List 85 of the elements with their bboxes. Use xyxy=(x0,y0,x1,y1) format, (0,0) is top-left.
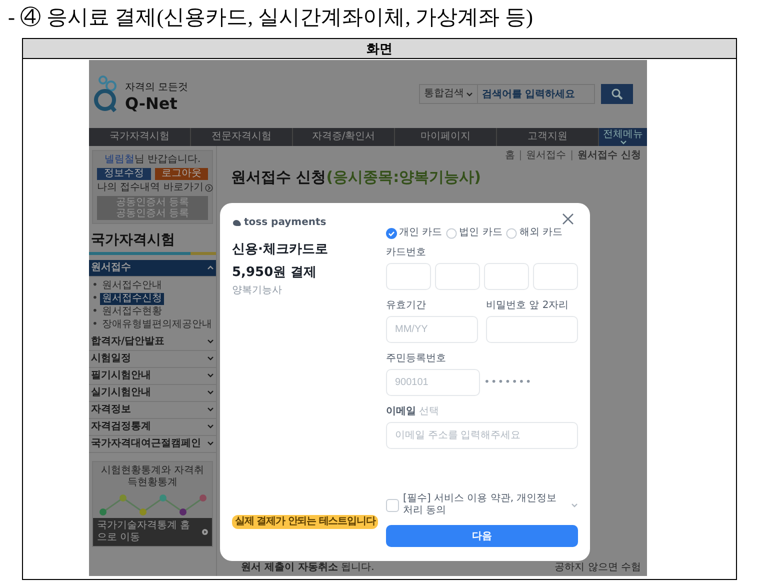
search-field[interactable]: 통합검색 검색어를 입력하세요 xyxy=(419,84,595,104)
certificate-button[interactable]: 공동인증서 등록 공동인증서 등록 xyxy=(97,196,208,220)
chevron-icon xyxy=(207,373,214,378)
next-button[interactable]: 다음 xyxy=(386,525,578,547)
password-field[interactable] xyxy=(486,316,578,343)
brand-logo-icon xyxy=(232,219,242,227)
field-label: 유효기간 xyxy=(386,300,427,312)
card-number-field[interactable] xyxy=(435,263,480,290)
sidebar-menu-item[interactable]: 시험일정 xyxy=(89,350,216,368)
card-number-field[interactable] xyxy=(386,263,431,290)
item-name: 양복기능사 xyxy=(232,284,283,296)
breadcrumb-link[interactable]: 원서접수 xyxy=(526,150,566,162)
payment-title: 신용·체크카드로 5,950원 결제 xyxy=(232,241,329,282)
breadcrumb-separator: | xyxy=(570,150,574,162)
resident-number-field[interactable]: 900101 xyxy=(386,369,480,396)
greeting-text: 넬림철님 반갑습니다. xyxy=(104,154,201,166)
chevron-icon xyxy=(207,424,214,430)
history-link[interactable]: 나의 접수내역 바로가기 xyxy=(97,182,204,194)
sidebar-menu-item[interactable]: 원서접수 xyxy=(89,260,216,277)
chevron-icon xyxy=(207,390,214,396)
brand-name: toss payments xyxy=(244,217,326,229)
search-button[interactable] xyxy=(601,84,633,104)
chevron-icon xyxy=(571,502,578,508)
field-label: 비밀번호 앞 2자리 xyxy=(486,300,570,312)
account-button[interactable]: 정보수정 xyxy=(97,168,150,180)
section-heading: - ④ 응시료 결제(신용카드, 실시간계좌이체, 가상계좌 등) xyxy=(7,4,534,31)
bullet-text: • xyxy=(92,306,98,318)
logo-wordmark: Q-Net xyxy=(125,94,178,113)
bullet-text: • xyxy=(92,280,98,292)
masked-digits: ••••••• xyxy=(484,376,532,388)
test-badge: 실제 결제가 안되는 테스트입니다 xyxy=(232,515,378,529)
page-title: 원서접수 신청(응시종목:양복기능사) xyxy=(231,168,482,186)
chevron-icon xyxy=(207,441,214,446)
sidebar-title: 국가자격시험 xyxy=(90,231,176,250)
notice-text: 공하지 않으면 수험 xyxy=(554,562,641,574)
close-button[interactable] xyxy=(562,213,574,225)
breadcrumb-link[interactable]: 원서접수 신청 xyxy=(578,150,641,162)
breadcrumb-separator: | xyxy=(518,150,522,162)
card-number-field[interactable] xyxy=(484,263,529,290)
sidebar-menu-item[interactable]: 국가자격대여근절캠페인 xyxy=(89,436,216,453)
search-icon xyxy=(611,88,623,100)
field-label: 이메일 선택 xyxy=(386,406,440,418)
field-label: 주민등록번호 xyxy=(386,353,447,365)
notice-text: 원서 제출이 자동취소 됩니다. xyxy=(241,562,374,574)
field-label: 카드번호 xyxy=(386,247,427,259)
chevron-icon xyxy=(620,140,626,144)
sidebar-menu-item[interactable]: 필기시험안내 xyxy=(89,368,216,385)
card-type-radio[interactable]: 법인 카드 xyxy=(446,227,502,239)
agreement-label: [필수] 서비스 이용 약관, 개인정보 처리 동의 xyxy=(403,493,558,517)
sidebar-menu-item[interactable]: 합격자/답안발표 xyxy=(89,334,216,351)
chevron-icon xyxy=(207,265,214,270)
nav-item[interactable]: 국가자격시험 xyxy=(89,128,191,146)
close-icon xyxy=(562,213,574,225)
statistics-link[interactable]: 국가기술자격통계 홈으로 이동 xyxy=(93,518,212,546)
card-type-radio[interactable]: 개인 카드 xyxy=(386,227,442,239)
bullet-text: • xyxy=(92,292,98,305)
sidebar-menu-item[interactable]: 자격검정통계 xyxy=(89,418,216,436)
nav-item[interactable]: 전문자격시험 xyxy=(191,128,293,146)
card-type-radio[interactable]: 해외 카드 xyxy=(506,227,563,239)
account-button[interactable]: 로그아웃 xyxy=(154,168,208,180)
sidebar-submenu-item[interactable]: 장애유형별편의제공안내 xyxy=(100,318,214,331)
table-header: 화면 xyxy=(23,39,736,59)
chevron-icon xyxy=(207,407,214,412)
chevron-icon xyxy=(207,356,214,362)
bullet-text: • xyxy=(92,318,98,331)
nav-item[interactable]: 자격증/확인서 xyxy=(293,128,395,146)
email-field[interactable]: 이메일 주소를 입력해주세요 xyxy=(386,422,578,449)
sidebar-menu-item[interactable]: 실기시험안내 xyxy=(89,384,216,402)
agreement-checkbox[interactable] xyxy=(386,498,399,512)
sidebar-submenu-item[interactable]: 원서접수안내 xyxy=(100,280,164,292)
sidebar-submenu-item[interactable]: 원서접수현황 xyxy=(100,306,164,318)
search-scope[interactable]: 통합검색 xyxy=(424,88,464,100)
chevron-icon xyxy=(466,92,473,96)
sidebar-menu-item[interactable]: 자격정보 xyxy=(89,402,216,419)
chevron-icon xyxy=(207,339,214,344)
expiry-field[interactable]: MM/YY xyxy=(386,316,478,343)
card-number-field[interactable] xyxy=(533,263,578,290)
banner-title: 시험현황통계와 자격취득현황통계 xyxy=(100,464,206,490)
nav-item[interactable]: 마이페이지 xyxy=(395,128,497,146)
play-icon xyxy=(202,528,208,536)
all-menu-button[interactable]: 전체메뉴 xyxy=(599,128,647,146)
logo-tagline: 자격의 모든것 xyxy=(125,82,188,94)
arrow-circle-icon xyxy=(205,184,214,192)
breadcrumb-link[interactable]: 홈 xyxy=(504,150,515,162)
sidebar-submenu-item[interactable]: 원서접수신청 xyxy=(100,292,164,305)
